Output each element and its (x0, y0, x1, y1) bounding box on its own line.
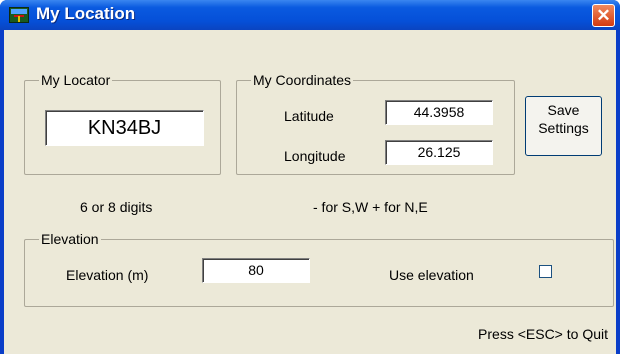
dialog-body: My Locator KN34BJ My Coordinates Latitud… (4, 30, 616, 354)
location-app-icon (9, 7, 29, 23)
close-icon: ✕ (596, 6, 611, 25)
my-location-window: My Location ✕ My Locator KN34BJ My Coord… (0, 0, 620, 354)
elevation-label: Elevation (m) (66, 267, 149, 283)
close-button[interactable]: ✕ (592, 4, 615, 27)
locator-input[interactable]: KN34BJ (45, 110, 204, 146)
title-bar[interactable]: My Location ✕ (0, 0, 620, 30)
longitude-input[interactable]: 26.125 (385, 140, 493, 165)
quit-hint: Press <ESC> to Quit (478, 326, 608, 342)
save-settings-button[interactable]: Save Settings (525, 96, 602, 156)
elevation-legend: Elevation (39, 231, 101, 247)
elevation-input[interactable]: 80 (202, 258, 310, 283)
window-title: My Location (36, 4, 136, 23)
locator-hint: 6 or 8 digits (80, 199, 153, 215)
use-elevation-checkbox[interactable] (539, 265, 552, 278)
use-elevation-label: Use elevation (389, 267, 474, 283)
my-locator-legend: My Locator (39, 72, 113, 88)
save-settings-label-line2: Settings (538, 120, 589, 136)
latitude-label: Latitude (284, 108, 334, 124)
coordinates-hint: - for S,W + for N,E (313, 199, 428, 215)
longitude-label: Longitude (284, 148, 346, 164)
latitude-input[interactable]: 44.3958 (385, 100, 493, 125)
save-settings-label-line1: Save (547, 102, 580, 118)
my-coordinates-legend: My Coordinates (251, 72, 354, 88)
